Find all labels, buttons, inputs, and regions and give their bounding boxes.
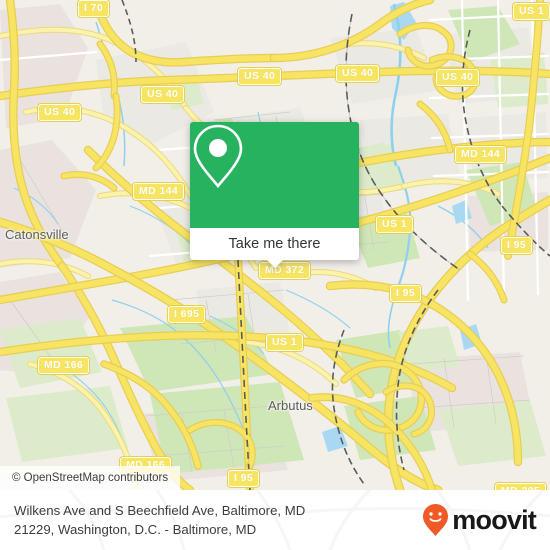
osm-attribution[interactable]: © OpenStreetMap contributors xyxy=(0,466,181,490)
caption-line-2: 21229, Washington, D.C. - Baltimore, MD xyxy=(14,522,257,537)
location-pin-icon xyxy=(193,124,243,189)
highway-shield: US 40 xyxy=(334,64,381,83)
map-popup-card[interactable]: Take me there xyxy=(190,122,359,268)
place-label: Arbutus xyxy=(268,398,313,413)
highway-shield: MD 166 xyxy=(36,356,91,375)
caption-line-1: Wilkens Ave and S Beechfield Ave, Baltim… xyxy=(14,503,306,518)
place-label: Catonsville xyxy=(5,227,69,242)
location-caption: Wilkens Ave and S Beechfield Ave, Baltim… xyxy=(14,501,414,539)
highway-shield: I 95 xyxy=(388,284,423,303)
highway-shield: US 40 xyxy=(434,68,481,87)
take-me-there-button[interactable]: Take me there xyxy=(190,228,359,268)
map-canvas[interactable]: .land { fill:#f2efe9; } .res { fill:#eae… xyxy=(0,0,550,490)
highway-shield: US 40 xyxy=(139,85,186,104)
moovit-wordmark: moovit xyxy=(452,505,537,535)
highway-shield: US 1 xyxy=(512,2,550,21)
highway-shield: I 695 xyxy=(166,305,207,324)
highway-shield: US 1 xyxy=(265,333,304,352)
highway-shield: MD 144 xyxy=(453,145,508,164)
highway-shield: I 70 xyxy=(76,0,111,18)
highway-shield: MD 144 xyxy=(131,182,186,201)
moovit-pin-icon xyxy=(423,504,449,536)
screenshot-root: .land { fill:#f2efe9; } .res { fill:#eae… xyxy=(0,0,550,550)
highway-shield: MD 295 xyxy=(493,482,548,490)
highway-shield: US 40 xyxy=(236,67,283,86)
popup-header xyxy=(190,122,359,228)
highway-shield: US 40 xyxy=(36,103,83,122)
highway-shield: I 95 xyxy=(226,469,261,488)
highway-shield: I 95 xyxy=(499,236,534,255)
popup-tip xyxy=(265,259,284,268)
highway-shield: US 1 xyxy=(375,215,414,234)
moovit-logo[interactable]: moovit xyxy=(422,503,537,537)
footer-bar: Wilkens Ave and S Beechfield Ave, Baltim… xyxy=(0,490,550,550)
take-me-there-label: Take me there xyxy=(228,236,321,252)
osm-attribution-text: © OpenStreetMap contributors xyxy=(12,472,169,484)
